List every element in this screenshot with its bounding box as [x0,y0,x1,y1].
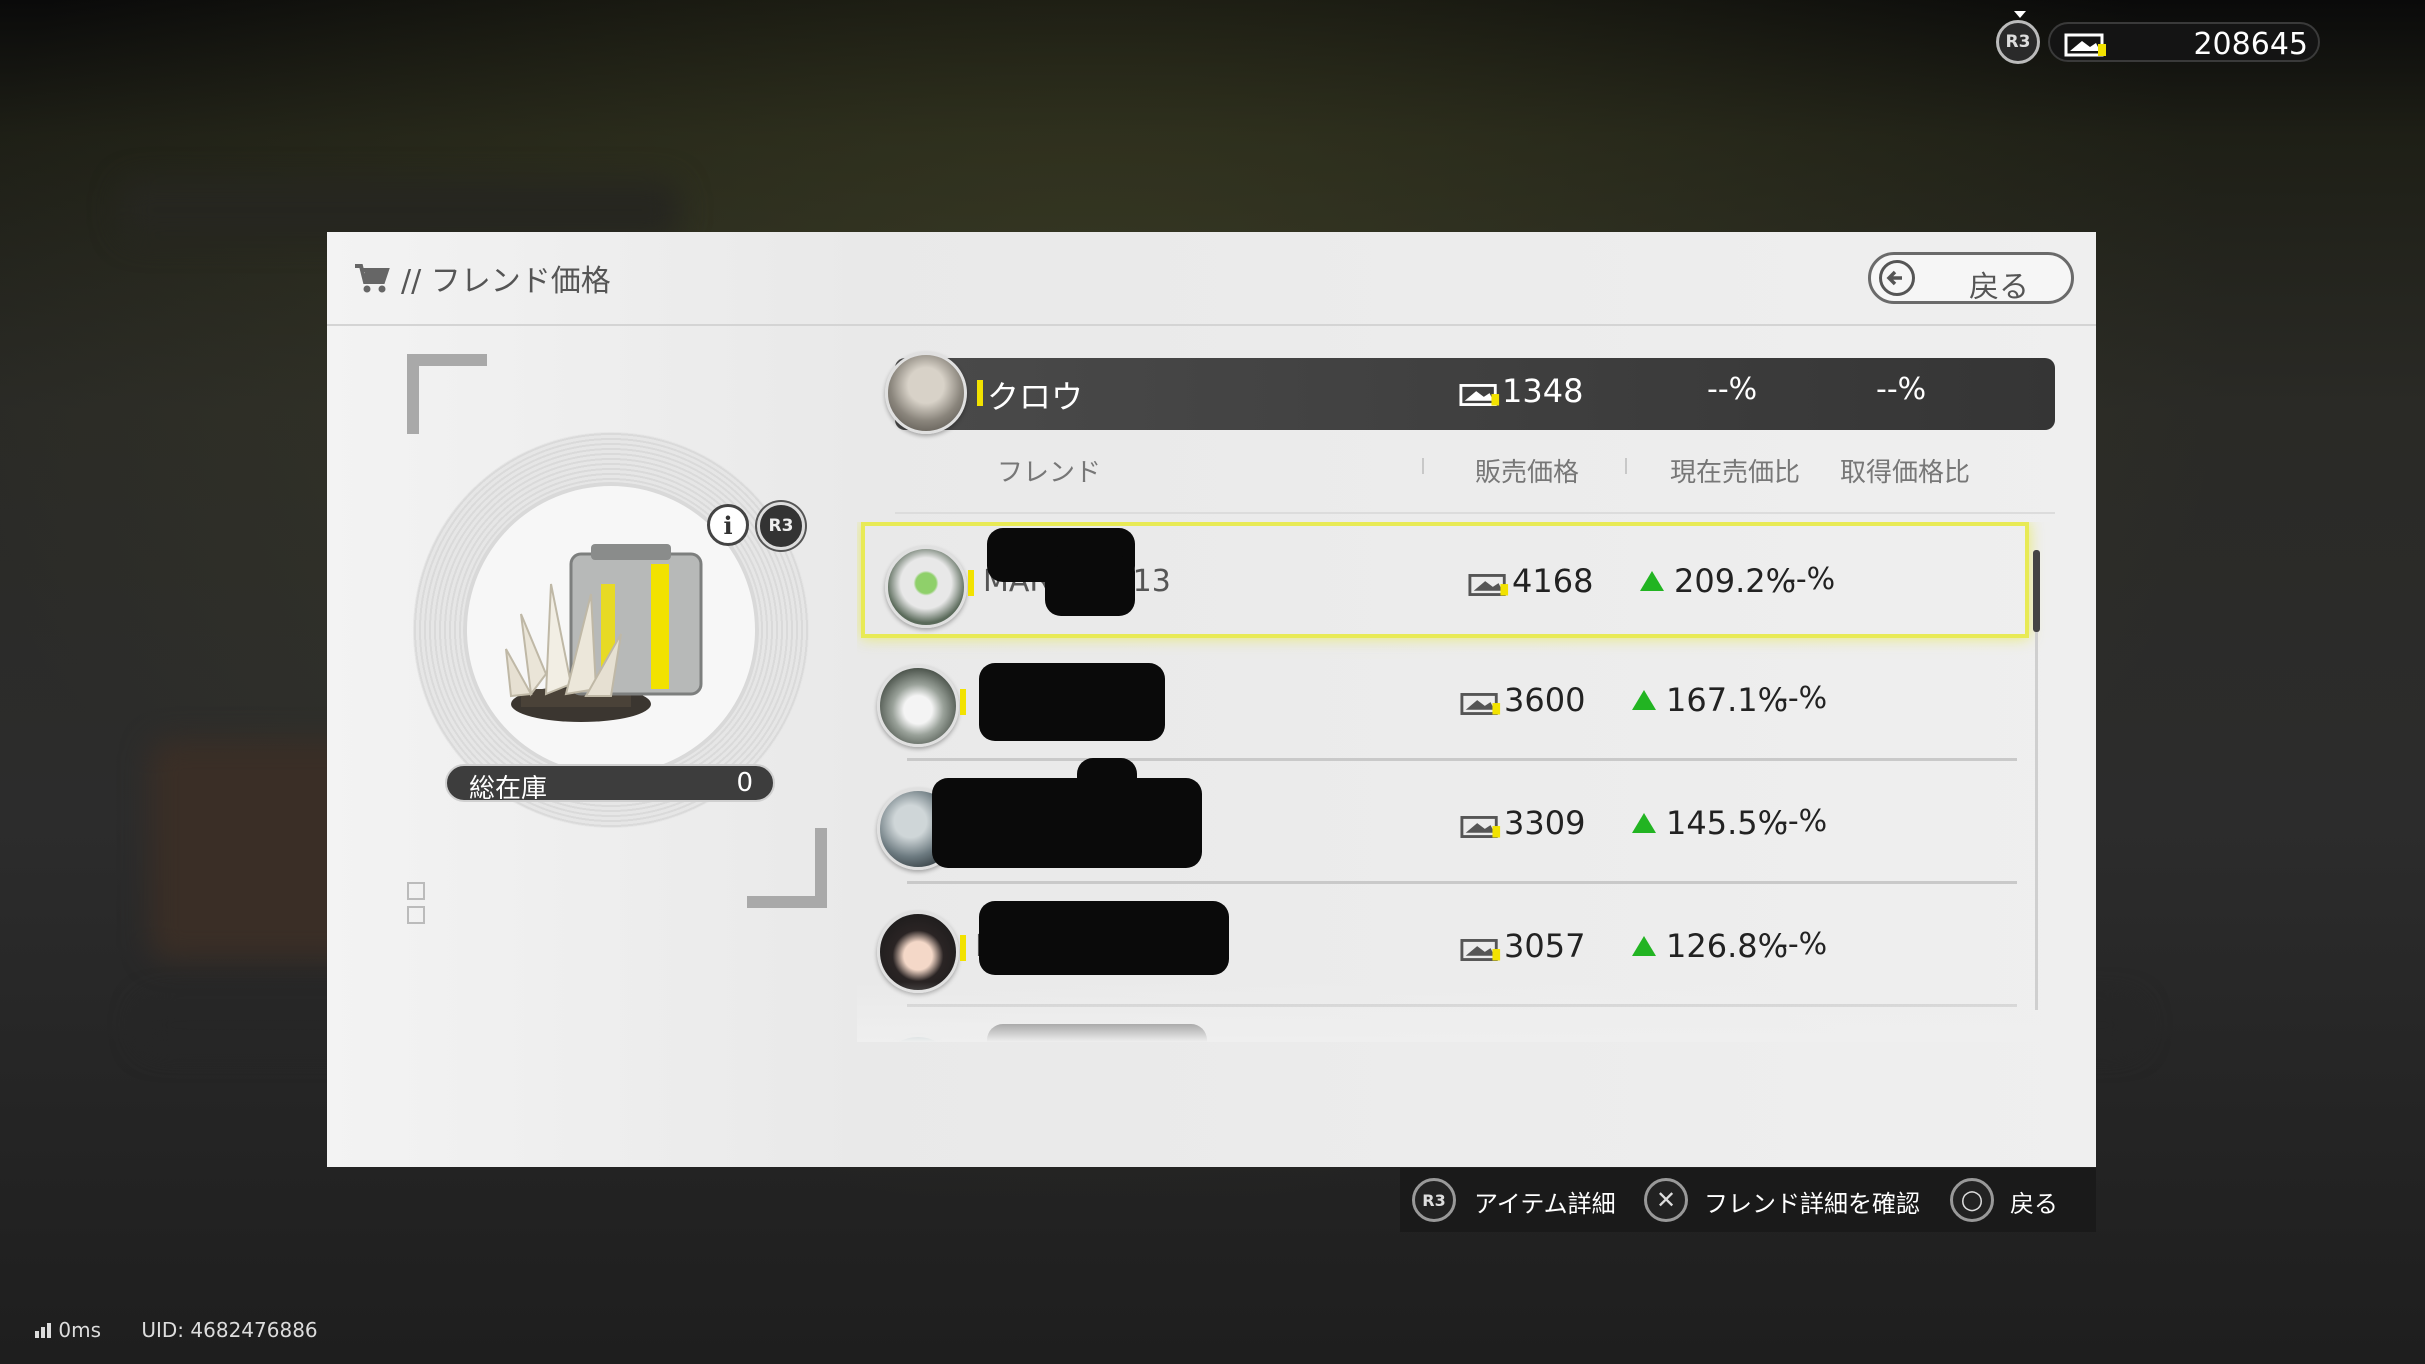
uid-label: UID: 4682476886 [141,1318,318,1342]
friend-avatar [877,911,959,993]
friend-price: 3309 [1504,804,1586,842]
up-arrow-icon [1632,690,1656,710]
r3-button-icon[interactable]: R3 [1412,1178,1456,1222]
friend-acquire-ratio: --% [1777,804,1828,839]
status-footer: 0ms UID: 4682476886 [34,1318,318,1342]
redaction-mark [1045,556,1135,616]
column-divider [1422,458,1424,474]
self-price: 1348 [1502,372,1584,410]
friend-price: 3600 [1504,681,1586,719]
r3-button-icon[interactable]: R3 [757,502,805,550]
cross-button-icon[interactable]: ✕ [1644,1178,1688,1222]
ticket-currency-icon [1460,816,1501,838]
r3-button-icon[interactable]: R3 [1996,11,2040,64]
row-divider [907,881,2017,884]
ticket-currency-icon [1460,939,1501,961]
friend-price: 3057 [1504,927,1586,965]
accent-bar [977,380,983,406]
info-icon[interactable]: i [707,504,749,546]
ticket-currency-icon [1460,693,1501,715]
ticket-currency-icon [1459,384,1500,406]
prompt-back[interactable]: 戻る [2010,1184,2058,1219]
redaction-mark [979,663,1165,741]
friend-price: 4168 [1512,562,1594,600]
button-prompts: R3 アイテム詳細 ✕ フレンド詳細を確認 ○ 戻る [1400,1168,2096,1232]
crystal-case-item-icon [505,544,703,722]
ratio-value: 167.1% [1666,681,1789,719]
column-header-acquire-ratio: 取得価格比 [1840,458,1971,488]
self-acquire-ratio: --% [1876,372,1927,407]
prompt-friend-detail[interactable]: フレンド詳細を確認 [1704,1184,1920,1219]
friend-current-ratio: 167.1% [1632,681,1788,719]
redaction-mark [932,778,1202,868]
frame-corner [407,354,419,434]
friend-current-ratio: 209.2% [1640,562,1796,600]
currency-display: R3 208645 [1990,11,2330,72]
redaction-mark [979,901,1229,975]
accent-bar [960,689,966,715]
column-header-current-ratio: 現在売価比 [1670,458,1801,488]
circle-button-icon[interactable]: ○ [1950,1178,1994,1222]
friend-current-ratio: 145.5% [1632,804,1788,842]
ping-value: 0ms [58,1318,101,1342]
stock-label: 総在庫 [469,774,548,804]
friend-list: MARS#96134168209.2%--%3600167.1%--%#7874… [857,522,2087,1042]
back-label: 戻る [1969,270,2029,305]
self-current-ratio: --% [1707,372,1758,407]
friend-avatar [877,665,959,747]
up-arrow-icon [1632,936,1656,956]
friend-row[interactable]: #78743309145.5%--% [857,758,2037,884]
stock-value: 0 [736,768,753,798]
row-divider [907,758,2017,761]
accent-bar [968,570,974,596]
back-button[interactable]: 戻る [1868,252,2074,305]
friend-acquire-ratio: --% [1785,562,1836,597]
cart-icon [355,264,390,293]
ratio-value: 126.8% [1666,927,1789,965]
page-indicator [407,882,425,900]
friend-row[interactable]: MARS#96134168209.2%--% [861,522,2029,638]
ticket-currency-icon [2064,33,2106,57]
friend-avatar [885,546,967,628]
ratio-value: 145.5% [1666,804,1789,842]
self-price-row: クロウ 1348 --% --% [885,352,2055,434]
friend-acquire-ratio: --% [1777,927,1828,962]
column-divider [1625,458,1627,474]
up-arrow-icon [1640,571,1664,591]
currency-box: 208645 [2048,22,2320,62]
page-indicator [407,906,425,924]
scrollbar-thumb[interactable] [2033,550,2040,632]
total-stock-bar: 総在庫 0 [445,764,775,804]
modal-header: // フレンド価格 戻る [327,232,2096,326]
frame-corner [407,354,487,366]
column-header-price: 販売価格 [1475,458,1580,488]
accent-bar [960,935,966,961]
up-arrow-icon [1632,813,1656,833]
redaction-mark [1077,758,1137,818]
self-name: クロウ [987,378,1084,416]
back-arrow-icon [1879,260,1915,296]
prompt-item-detail[interactable]: アイテム詳細 [1474,1184,1616,1219]
modal-title: // フレンド価格 [401,264,611,299]
friend-acquire-ratio: --% [1777,681,1828,716]
signal-icon [35,1323,51,1338]
background-blur [120,180,680,240]
ticket-currency-icon [1468,574,1509,596]
currency-amount: 208645 [2193,27,2308,62]
list-fade [857,982,2087,1042]
friend-row[interactable]: 3600 167.1% --% [857,645,2037,761]
header-divider [895,512,2055,514]
column-header-friend: フレンド [997,458,1102,488]
self-avatar [885,352,967,434]
ratio-value: 209.2% [1674,562,1797,600]
frame-corner [815,828,827,908]
friend-current-ratio: 126.8% [1632,927,1788,965]
friend-price-modal: // フレンド価格 戻る i R3 総在庫 0 クロウ 1348 --% --%… [327,232,2096,1167]
